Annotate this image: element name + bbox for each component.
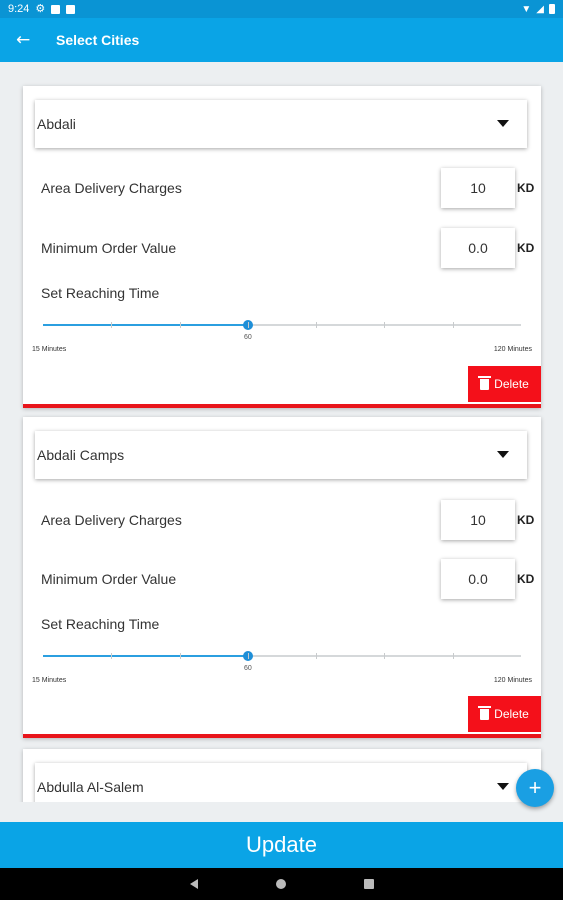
city-dropdown[interactable]: Abdali bbox=[35, 100, 527, 148]
delivery-charges-label: Area Delivery Charges bbox=[41, 180, 182, 196]
slider-tick bbox=[180, 653, 181, 659]
slider-tick bbox=[453, 322, 454, 328]
reaching-time-slider[interactable] bbox=[43, 651, 521, 661]
nav-back-icon[interactable] bbox=[189, 879, 198, 889]
status-right: ▼ ◢ bbox=[521, 4, 555, 15]
wifi-icon: ▼ bbox=[521, 3, 532, 15]
reaching-time-label: Set Reaching Time bbox=[41, 616, 160, 632]
delivery-charges-label: Area Delivery Charges bbox=[41, 512, 182, 528]
city-name: Abdali bbox=[37, 116, 76, 132]
update-button[interactable]: Update bbox=[0, 822, 563, 868]
city-name: Abdulla Al-Salem bbox=[37, 779, 144, 795]
slider-max-label: 120 Minutes bbox=[493, 677, 532, 684]
city-name: Abdali Camps bbox=[37, 447, 125, 463]
nav-home-icon[interactable] bbox=[275, 879, 286, 889]
card-divider bbox=[23, 404, 541, 408]
reaching-time-slider[interactable] bbox=[43, 320, 521, 330]
sim-card-icon bbox=[66, 4, 76, 14]
page-title: Select Cities bbox=[56, 32, 140, 48]
battery-icon bbox=[549, 4, 555, 14]
slider-fill bbox=[43, 655, 248, 657]
min-order-input[interactable]: 0.0 bbox=[441, 559, 515, 599]
card-divider bbox=[23, 734, 541, 738]
city-dropdown[interactable]: Abdali Camps bbox=[35, 431, 527, 479]
min-order-currency-label: KD bbox=[517, 241, 535, 255]
status-time: 9:24 bbox=[8, 3, 30, 15]
min-order-label: Minimum Order Value bbox=[41, 571, 177, 587]
reaching-time-label: Set Reaching Time bbox=[41, 285, 160, 301]
dropdown-arrow-icon bbox=[497, 120, 509, 127]
slider-min-label: 15 Minutes bbox=[32, 346, 67, 353]
city-card: Abdali Area Delivery Charges 10 KD Minim… bbox=[23, 86, 541, 408]
slider-tick bbox=[384, 322, 385, 328]
slider-tick bbox=[384, 653, 385, 659]
delivery-charges-input[interactable]: 10 bbox=[441, 168, 515, 208]
slider-tick bbox=[248, 322, 249, 328]
min-order-input[interactable]: 0.0 bbox=[441, 228, 515, 268]
settings-notification-icon: ⚙ bbox=[35, 2, 46, 15]
slider-value-label: 60 bbox=[244, 334, 252, 341]
slider-fill bbox=[43, 324, 248, 326]
city-card: Abdulla Al-Salem bbox=[23, 749, 541, 802]
add-city-button[interactable]: + bbox=[516, 769, 554, 807]
notification-icon bbox=[51, 4, 61, 14]
signal-icon: ◢ bbox=[536, 3, 544, 15]
city-list[interactable]: Abdali Area Delivery Charges 10 KD Minim… bbox=[0, 62, 563, 802]
nav-recents-icon[interactable] bbox=[363, 879, 374, 889]
slider-tick bbox=[316, 653, 317, 659]
delete-button[interactable]: Delete bbox=[468, 696, 541, 732]
delivery-charges-input[interactable]: 10 bbox=[441, 500, 515, 540]
dropdown-arrow-icon bbox=[497, 451, 509, 458]
slider-tick bbox=[316, 322, 317, 328]
dropdown-arrow-icon bbox=[497, 783, 509, 790]
arrow-back-icon[interactable]: ← bbox=[16, 30, 40, 50]
slider-tick bbox=[111, 322, 112, 328]
delivery-currency-label: KD bbox=[517, 181, 535, 195]
slider-min-label: 15 Minutes bbox=[32, 677, 67, 684]
min-order-currency-label: KD bbox=[517, 572, 535, 586]
delete-button[interactable]: Delete bbox=[468, 366, 541, 402]
trash-icon bbox=[478, 705, 492, 720]
trash-icon bbox=[478, 375, 492, 390]
system-nav-bar bbox=[0, 868, 563, 900]
status-bar: 9:24 ⚙ ▼ ◢ bbox=[0, 0, 563, 18]
slider-tick bbox=[248, 653, 249, 659]
slider-max-label: 120 Minutes bbox=[493, 346, 532, 353]
min-order-label: Minimum Order Value bbox=[41, 240, 177, 256]
slider-tick bbox=[111, 653, 112, 659]
city-card: Abdali Camps Area Delivery Charges 10 KD… bbox=[23, 417, 541, 738]
status-left: 9:24 ⚙ bbox=[8, 2, 76, 15]
app-bar: ← Select Cities bbox=[0, 18, 563, 62]
slider-tick bbox=[453, 653, 454, 659]
city-dropdown[interactable]: Abdulla Al-Salem bbox=[35, 763, 527, 802]
delete-label: Delete bbox=[494, 377, 529, 391]
delivery-currency-label: KD bbox=[517, 513, 535, 527]
slider-tick bbox=[180, 322, 181, 328]
delete-label: Delete bbox=[494, 707, 529, 721]
slider-value-label: 60 bbox=[244, 665, 252, 672]
